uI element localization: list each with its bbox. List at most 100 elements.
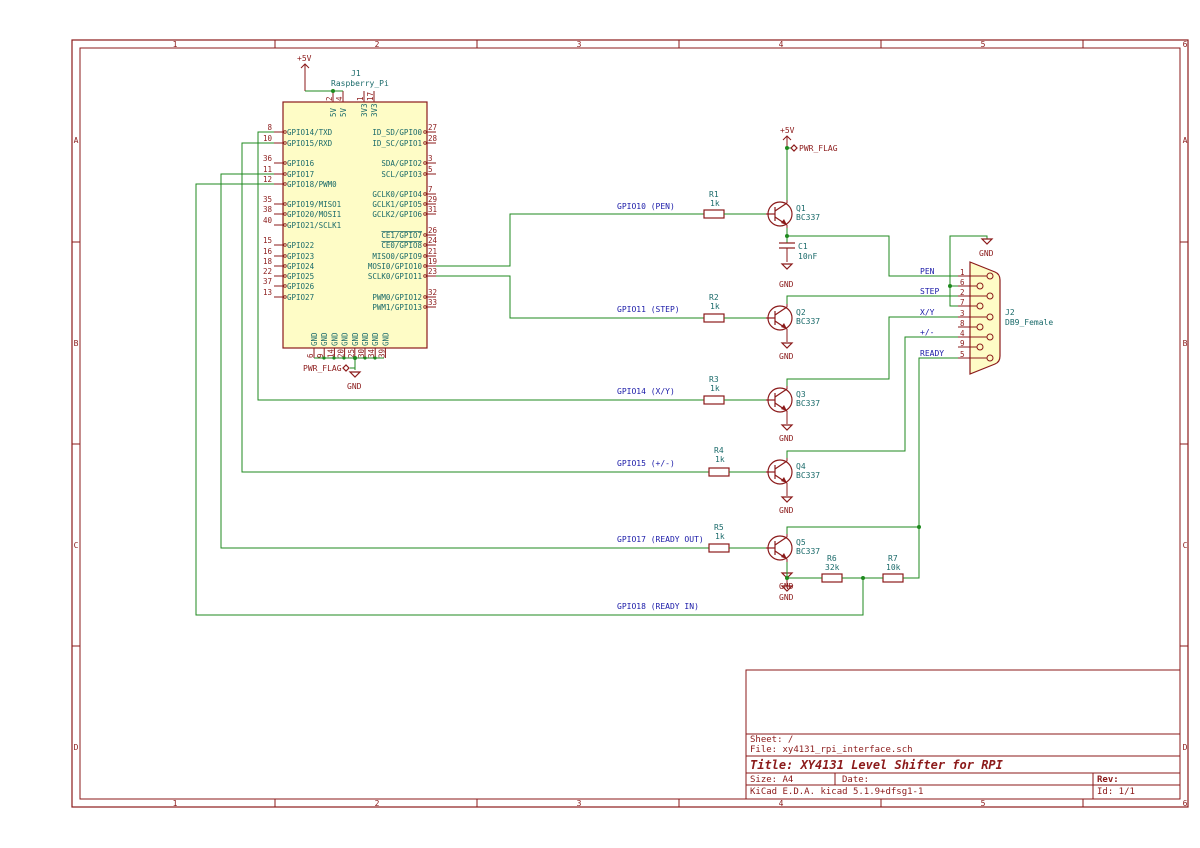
gnd-symbol: [780, 424, 794, 431]
r5-value: 1k: [715, 532, 725, 541]
col-label-bottom: 4: [779, 799, 784, 808]
c1-value: 10nF: [798, 252, 817, 261]
col-label-top: 5: [981, 40, 986, 49]
transistor-emitter-arrow: [781, 477, 787, 483]
transistor-q1[interactable]: Q1BC337: [766, 200, 820, 228]
r6-ref: R6: [827, 554, 837, 563]
rpi-pin-name: GND: [381, 332, 390, 346]
transistor-emitter-arrow: [781, 405, 787, 411]
rpi-ground: GND PWR_FLAG: [303, 356, 384, 391]
rpi-pin-name: GPIO15/RXD: [287, 139, 333, 148]
transistor-collector-lead: [774, 460, 788, 470]
transistor-collector-lead: [774, 388, 788, 398]
rpi-pin-number: 38: [263, 205, 273, 214]
rpi-pin-number: 8: [267, 123, 272, 132]
gnd-symbol: [780, 496, 794, 503]
rpi-pin-number: 27: [428, 123, 437, 132]
rpi-pin-number: 4: [335, 96, 344, 101]
rpi-pin-number: 22: [263, 267, 272, 276]
resistor-r1[interactable]: R1 1k: [703, 190, 766, 219]
title-block-title: Title: XY4131 Level Shifter for RPI: [750, 758, 1004, 772]
r4-value: 1k: [715, 455, 725, 464]
col-label-top: 1: [173, 40, 178, 49]
transistor-value: BC337: [796, 471, 820, 480]
gnd-label: GND: [779, 593, 794, 602]
rpi-pin-name: GND: [330, 332, 339, 346]
rpi-pin-name: GND: [320, 332, 329, 346]
net-label-xy: X/Y: [920, 308, 935, 317]
net-label-gpio18: GPIO18 (READY IN): [617, 602, 699, 611]
rpi-pin-number: 29: [428, 195, 437, 204]
rpi-pin-name: GPIO26: [287, 282, 315, 291]
transistor-emitter-arrow: [781, 219, 787, 225]
rpi-pin-name: GCLK0/GPIO4: [372, 190, 422, 199]
db9-pin-number: 9: [960, 339, 965, 348]
col-label-top: 4: [779, 40, 784, 49]
rpi-pin-name: GPIO27: [287, 293, 314, 302]
rpi-pin-number: 23: [428, 267, 437, 276]
rpi-pin-number: 3: [428, 154, 433, 163]
j2-value: DB9_Female: [1005, 318, 1053, 327]
transistor-emitter-arrow: [781, 323, 787, 329]
col-label-bottom: 3: [577, 799, 582, 808]
transistor-q4[interactable]: Q4BC337 GND: [766, 458, 820, 515]
title-block-file: File: xy4131_rpi_interface.sch: [750, 745, 913, 755]
rpi-pin-name: GND: [361, 332, 370, 346]
rpi-pin-name: GND: [351, 332, 360, 346]
pwr-flag-label: PWR_FLAG: [303, 364, 342, 373]
r2-ref: R2: [709, 293, 719, 302]
col-label-bottom: 5: [981, 799, 986, 808]
rpi-pin-number: 10: [263, 134, 273, 143]
capacitor-c1[interactable]: GND C1 10nF: [779, 228, 817, 289]
r7-value: 10k: [886, 563, 901, 572]
db9-pin-number: 3: [960, 309, 965, 318]
transistor-collector-lead: [774, 202, 788, 212]
rpi-pin-number: 36: [263, 154, 273, 163]
transistor-q3[interactable]: Q3BC337 GND: [766, 386, 820, 443]
col-label-bottom: 6: [1183, 799, 1188, 808]
resistor-r6[interactable]: R6 32k: [821, 554, 843, 583]
rpi-pin-number: 32: [428, 288, 437, 297]
raspberry-pi-symbol[interactable]: J1 Raspberry_Pi 8 GPIO14/TXD 10 GPIO15/RXD 3…: [263, 69, 438, 358]
rpi-pin-number: 6: [306, 353, 315, 358]
net-label-gpio17: GPIO17 (READY OUT): [617, 535, 704, 544]
db9-connector[interactable]: 1627 3849 5 J2 DB9_Female: [958, 261, 1053, 375]
rpi-pin-number: 35: [263, 195, 272, 204]
rpi-pin-name: GCLK2/GPIO6: [372, 210, 422, 219]
border-row-labels: A B C D A B C D: [74, 136, 1188, 752]
rpi-pin-number: 7: [428, 185, 433, 194]
rpi-pin-name: GPIO16: [287, 159, 315, 168]
resistor-r7[interactable]: R7 10k: [882, 554, 904, 583]
db9-pin-number: 1: [960, 268, 965, 277]
rpi-pin-name: CE1/GPIO7: [381, 231, 422, 240]
transistor-q5[interactable]: Q5BC337GNDGND: [766, 534, 820, 602]
transistor-value: BC337: [796, 547, 820, 556]
resistor-r5[interactable]: R5 1k: [708, 523, 766, 553]
transistor-q2[interactable]: Q2BC337 GND: [766, 304, 820, 361]
rpi-pin-name: GND: [371, 332, 380, 346]
transistor-emitter-arrow: [781, 553, 787, 559]
rpi-pin-name: GND: [341, 332, 350, 346]
rpi-pin-name: SCLK0/GPIO11: [368, 272, 422, 281]
row-label-left: B: [74, 339, 79, 348]
col-label-bottom: 1: [173, 799, 178, 808]
rpi-pin-number: 15: [263, 236, 272, 245]
title-block-id: Id: 1/1: [1097, 787, 1135, 797]
rpi-pin-number: 37: [263, 277, 272, 286]
net-label-step: STEP: [920, 287, 939, 296]
db9-pin-number: 8: [960, 319, 965, 328]
resistor-r3[interactable]: R3 1k: [703, 375, 766, 405]
transistor-collector-lead: [774, 306, 788, 316]
transistor-ref: Q2: [796, 308, 806, 317]
rpi-pin-name: ID_SC/GPIO1: [372, 139, 422, 148]
resistor-r4[interactable]: R4 1k: [708, 446, 766, 477]
c1-ref: C1: [798, 242, 808, 251]
resistor-r2[interactable]: R2 1k: [703, 293, 766, 323]
net-label-pm: +/-: [920, 328, 934, 337]
gnd-symbol: [780, 342, 794, 349]
rpi-pin-name: PWM0/GPIO12: [372, 293, 422, 302]
rpi-bottom-pins: GND6GND9GND14GND20GND25GND30GND34GND39: [306, 332, 390, 358]
sheet-border: [71, 39, 1189, 808]
rpi-pin-name: GPIO19/MISO1: [287, 200, 341, 209]
row-label-left: A: [74, 136, 79, 145]
